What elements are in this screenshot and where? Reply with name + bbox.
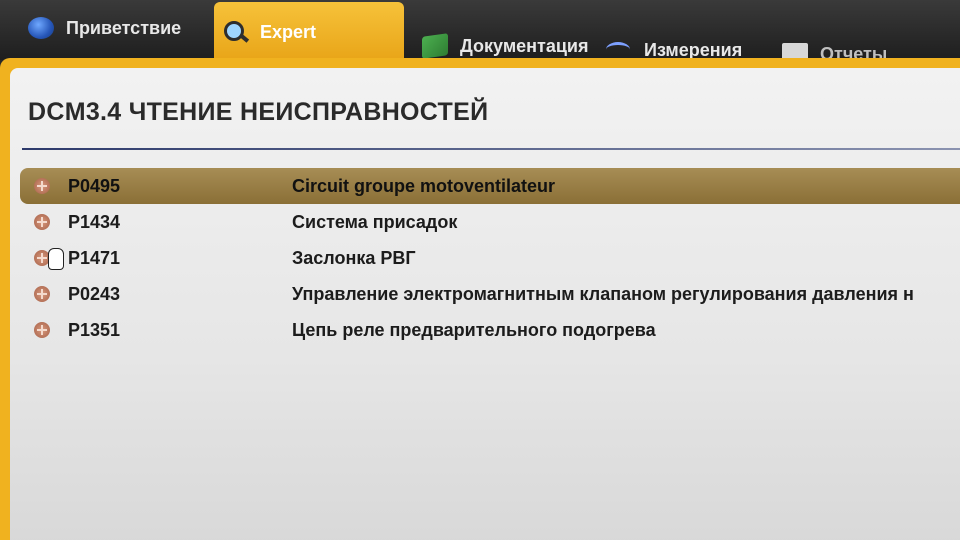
diagnostic-app-window: Приветствие Expert Документация Измерени… (0, 0, 960, 540)
expand-plus-icon[interactable] (34, 322, 50, 338)
fault-description: Заслонка РВГ (292, 247, 416, 268)
content-panel-inner: DCM3.4 ЧТЕНИЕ НЕИСПРАВНОСТЕЙ P0495 Circu… (10, 68, 960, 540)
expand-plus-icon[interactable] (34, 178, 50, 194)
fault-code: P0495 (68, 175, 121, 196)
tab-documentation-label: Документация (460, 35, 589, 56)
tab-expert[interactable]: Expert (214, 2, 404, 62)
hand-cursor-icon (48, 248, 64, 270)
fault-row-p0495[interactable]: P0495 Circuit groupe motoventilateur (20, 168, 960, 204)
tab-welcome[interactable]: Приветствие (18, 4, 208, 52)
fault-row-p1351[interactable]: P1351 Цепь реле предварительного подогре… (20, 312, 960, 348)
fault-description: Цепь реле предварительного подогрева (292, 319, 656, 340)
expand-plus-icon[interactable] (34, 214, 50, 230)
expand-plus-icon[interactable] (34, 286, 50, 302)
fault-row-p1471[interactable]: P1471 Заслонка РВГ (20, 240, 960, 276)
fault-code: P1471 (68, 247, 121, 268)
magnifier-icon (222, 21, 248, 43)
fault-code: P1351 (68, 319, 121, 340)
tab-expert-label: Expert (260, 21, 317, 42)
tab-bar: Приветствие Expert Документация Измерени… (0, 0, 960, 65)
globe-icon (28, 17, 54, 39)
title-divider (22, 148, 960, 150)
book-icon (422, 33, 448, 59)
fault-description: Circuit groupe motoventilateur (292, 175, 556, 196)
page-title: DCM3.4 ЧТЕНИЕ НЕИСПРАВНОСТЕЙ (28, 98, 489, 126)
fault-list: P0495 Circuit groupe motoventilateur P14… (20, 168, 960, 348)
fault-description: Управление электромагнитным клапаном рег… (292, 283, 914, 304)
tab-welcome-label: Приветствие (66, 17, 182, 38)
fault-row-p1434[interactable]: P1434 Система присадок (20, 204, 960, 240)
fault-description: Система присадок (292, 211, 458, 232)
content-panel: DCM3.4 ЧТЕНИЕ НЕИСПРАВНОСТЕЙ P0495 Circu… (0, 58, 960, 540)
fault-row-p0243[interactable]: P0243 Управление электромагнитным клапан… (20, 276, 960, 312)
fault-code: P0243 (68, 283, 121, 304)
fault-code: P1434 (68, 211, 121, 232)
